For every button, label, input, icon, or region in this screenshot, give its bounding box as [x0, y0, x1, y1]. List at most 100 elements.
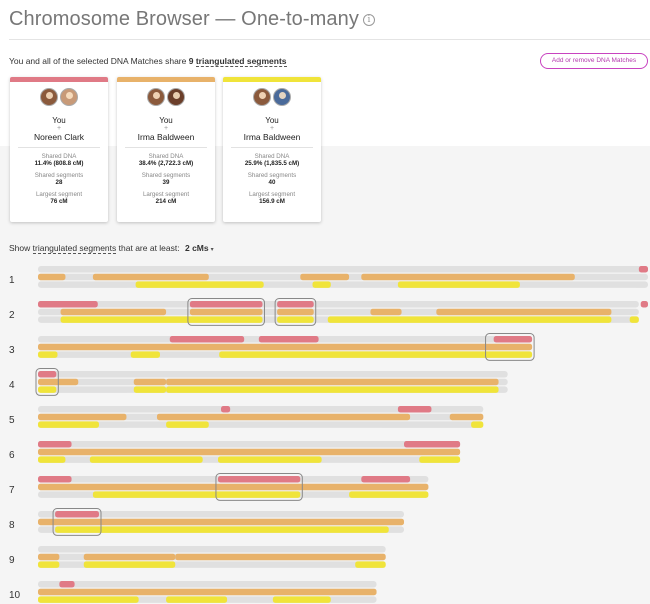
orange-segment: [277, 308, 314, 316]
chromosome-track: [38, 581, 377, 588]
red-segment: [638, 266, 648, 273]
chromosome-label: 1: [9, 275, 15, 286]
card-match-name: Irma Baldween: [243, 132, 301, 142]
card-segments-label: Shared segments: [247, 172, 297, 179]
red-segment: [59, 581, 75, 588]
card-shared-dna-label: Shared DNA: [254, 153, 290, 160]
red-segment: [361, 476, 411, 483]
orange-segment: [38, 483, 429, 491]
card-shared-dna-label: Shared DNA: [41, 153, 77, 160]
orange-segment: [166, 378, 499, 386]
red-segment: [258, 336, 319, 343]
summary-prefix: You and all of the selected DNA Matches …: [9, 56, 187, 66]
yellow-segment: [419, 456, 461, 463]
title-divider: [9, 39, 650, 40]
chromosome-track: [38, 281, 648, 288]
yellow-segment: [349, 491, 429, 498]
orange-segment: [436, 308, 612, 316]
chromosome-label: 6: [9, 450, 15, 461]
yellow-segment: [217, 456, 322, 463]
card-shared-dna: 38.4% (2,722.3 cM): [138, 160, 194, 167]
yellow-segment: [38, 561, 60, 568]
match-card[interactable]: You + Irma Baldween Shared DNA 38.4% (2,722.…: [117, 77, 215, 222]
chromosome-track: [38, 266, 648, 273]
card-divider: [231, 147, 313, 148]
red-segment: [640, 301, 648, 308]
chromosome-label: 2: [9, 310, 15, 321]
yellow-segment: [471, 421, 484, 428]
card-segments-label: Shared segments: [34, 172, 84, 179]
yellow-segment: [130, 351, 160, 358]
yellow-segment: [38, 386, 57, 393]
chromosome-browser: 1 2 3 4 5 6 7 8 9 10: [9, 266, 648, 603]
red-segment: [55, 511, 99, 518]
chromosome-track: [38, 371, 508, 378]
yellow-segment: [38, 351, 58, 358]
avatar: [167, 88, 185, 106]
card-shared-dna: 11.4% (808.8 cM): [34, 160, 84, 167]
card-segments: 40: [268, 179, 276, 186]
yellow-segment: [312, 281, 331, 288]
orange-segment: [38, 343, 533, 351]
avatar: [60, 88, 78, 106]
card-avatars: [223, 88, 321, 108]
red-segment: [38, 476, 72, 483]
card-segments: 28: [55, 179, 63, 186]
chromosome-label: 3: [9, 345, 15, 356]
summary-text: You and all of the selected DNA Matches …: [9, 56, 287, 67]
yellow-segment: [55, 526, 389, 533]
card-shared-dna-label: Shared DNA: [148, 153, 184, 160]
orange-segment: [175, 553, 386, 561]
chevron-down-icon[interactable]: ▾: [211, 247, 214, 253]
red-segment: [217, 476, 301, 483]
chromosome-track: [38, 301, 639, 308]
card-plus: +: [269, 125, 275, 132]
red-segment: [493, 336, 533, 343]
threshold-suffix: that are at least:: [118, 243, 180, 253]
orange-segment: [370, 308, 402, 316]
chromosome-label: 9: [9, 555, 15, 566]
yellow-segment: [92, 491, 301, 498]
orange-segment: [189, 308, 263, 316]
card-largest-label: Largest segment: [142, 191, 190, 198]
orange-segment: [38, 588, 377, 596]
red-segment: [404, 441, 461, 448]
card-match-name: Irma Baldween: [137, 132, 195, 142]
orange-segment: [60, 308, 167, 316]
card-avatars: [10, 88, 108, 108]
yellow-segment: [60, 316, 263, 323]
threshold-filter: Show triangulated segments that are at l…: [9, 243, 214, 254]
match-card[interactable]: You + Irma Baldween Shared DNA 25.9% (1,835.…: [223, 77, 321, 222]
orange-segment: [38, 553, 60, 561]
orange-segment: [83, 553, 176, 561]
chromosome-label: 5: [9, 415, 15, 426]
chromosome-label: 4: [9, 380, 15, 391]
chromosome-track: [38, 546, 386, 553]
info-icon[interactable]: i: [362, 14, 375, 26]
match-card[interactable]: You + Noreen Clark Shared DNA 11.4% (808.8 c…: [10, 77, 108, 222]
card-color-bar: [223, 77, 321, 82]
yellow-segment: [166, 596, 228, 603]
red-segment: [277, 301, 314, 308]
card-color-bar: [10, 77, 108, 82]
red-segment: [169, 336, 245, 343]
yellow-segment: [277, 316, 314, 323]
red-segment: [38, 441, 72, 448]
card-divider: [18, 147, 100, 148]
summary-link[interactable]: triangulated segments: [195, 56, 287, 67]
threshold-dropdown[interactable]: 2 cMs: [185, 243, 209, 253]
card-largest: 76 cM: [50, 198, 68, 205]
red-segment: [38, 371, 57, 378]
card-you: You: [159, 116, 173, 125]
card-plus: +: [163, 125, 169, 132]
yellow-segment: [272, 596, 331, 603]
add-remove-matches-button[interactable]: Add or remove DNA Matches: [540, 53, 648, 69]
yellow-segment: [166, 421, 209, 428]
chromosome-label: 7: [9, 485, 15, 496]
card-largest-label: Largest segment: [248, 191, 296, 198]
card-match-name: Noreen Clark: [33, 132, 85, 142]
red-segment: [397, 406, 432, 413]
card-avatars: [117, 88, 215, 108]
avatar: [40, 88, 58, 106]
threshold-link[interactable]: triangulated segments: [32, 243, 117, 254]
